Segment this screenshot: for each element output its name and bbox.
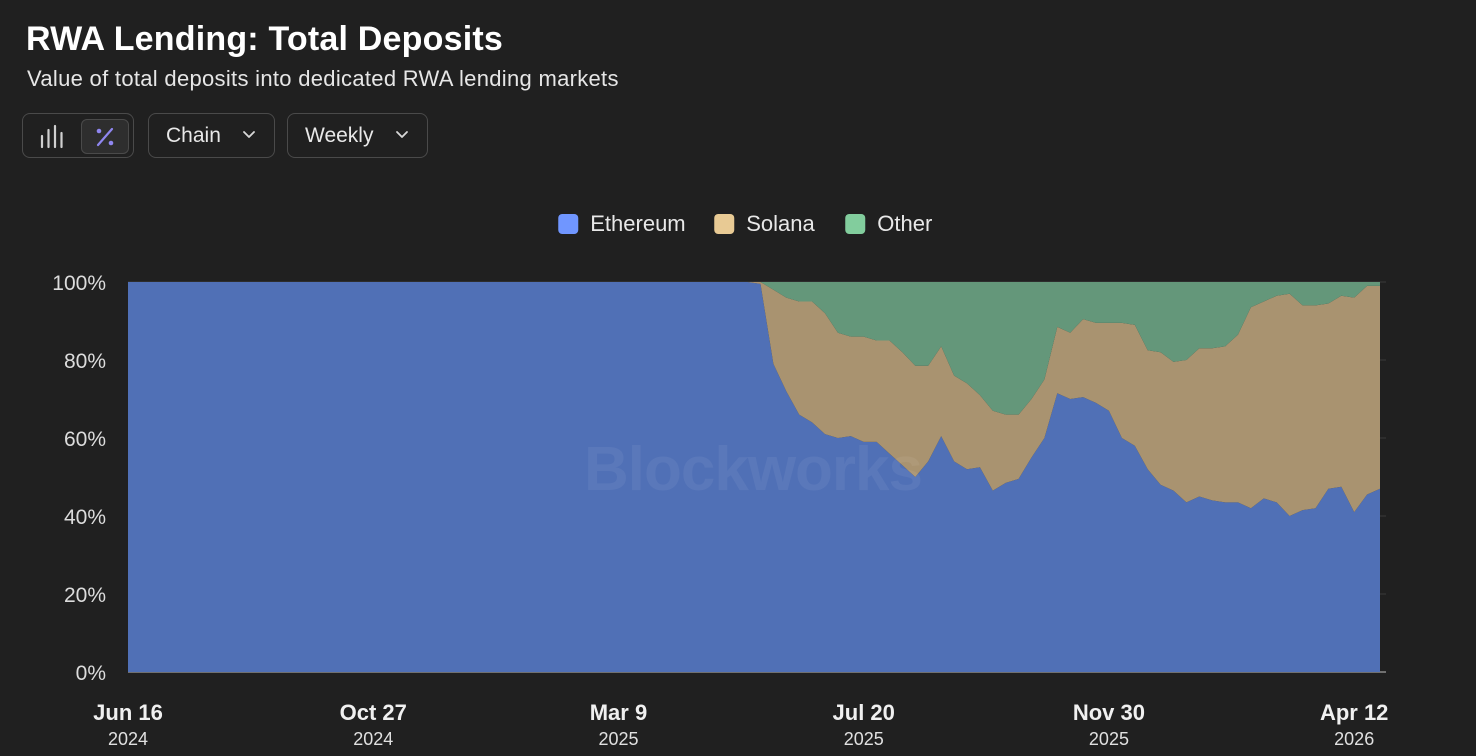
x-tick-label: Nov 30	[1073, 700, 1145, 725]
x-tick-year: 2024	[108, 729, 148, 749]
legend-label: Other	[877, 211, 932, 236]
x-tick-label: Apr 12	[1320, 700, 1388, 725]
legend-item-other[interactable]: Other	[845, 211, 932, 236]
legend-label: Ethereum	[590, 211, 685, 236]
x-tick-year: 2025	[1089, 729, 1129, 749]
y-tick-label: 60%	[64, 428, 106, 451]
legend-swatch	[845, 214, 866, 234]
y-tick-label: 40%	[64, 506, 106, 529]
y-axis: 0% 20% 40% 60% 80% 100%	[52, 272, 106, 685]
x-axis: Jun 16 2024 Oct 27 2024 Mar 9 2025 Jul 20 2025 N…	[93, 700, 1388, 749]
legend-label: Solana	[746, 211, 815, 236]
y-tick-label: 20%	[64, 584, 106, 607]
x-tick-year: 2025	[844, 729, 884, 749]
y-tick-label: 0%	[76, 662, 106, 685]
x-tick-label: Oct 27	[340, 700, 407, 725]
stacked-area-chart: Ethereum Solana Other Blockworks 0% 20% 40% 6…	[52, 211, 1388, 749]
x-tick-year: 2026	[1334, 729, 1374, 749]
legend-item-ethereum[interactable]: Ethereum	[558, 211, 686, 236]
y-tick-label: 100%	[52, 272, 106, 295]
legend-item-solana[interactable]: Solana	[714, 211, 816, 236]
x-tick-year: 2025	[598, 729, 638, 749]
y-tick-label: 80%	[64, 350, 106, 373]
legend-swatch	[558, 214, 579, 234]
watermark: Blockworks	[584, 435, 922, 504]
x-tick-label: Mar 9	[590, 700, 647, 725]
x-tick-year: 2024	[353, 729, 393, 749]
x-tick-label: Jun 16	[93, 700, 163, 725]
chart-legend: Ethereum Solana Other	[558, 211, 932, 236]
legend-swatch	[714, 214, 735, 234]
x-tick-label: Jul 20	[833, 700, 895, 725]
